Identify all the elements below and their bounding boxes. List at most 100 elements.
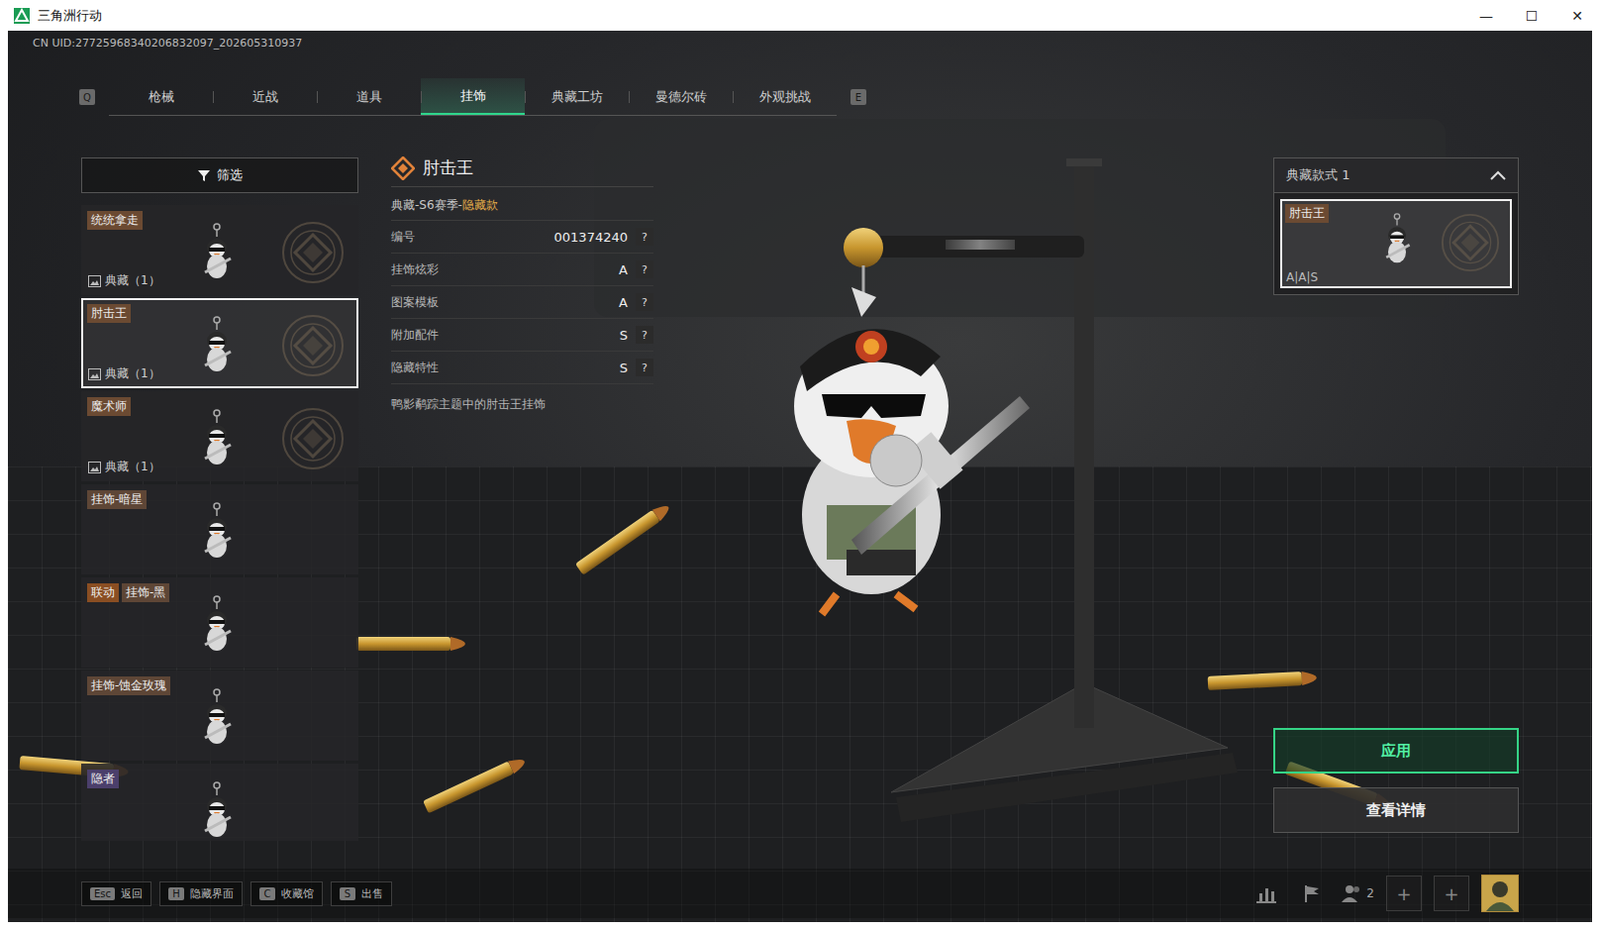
next-tab-key[interactable]: E: [850, 89, 867, 105]
help-button[interactable]: ?: [635, 227, 654, 246]
category-tab[interactable]: 挂饰: [420, 78, 525, 115]
charm-item[interactable]: 隐者: [81, 763, 359, 841]
uid-label: CN UID:27725968340206832097_202605310937: [7, 30, 1593, 53]
item-tags: 肘击王: [87, 303, 131, 323]
key-cap: S: [339, 887, 356, 900]
category-tab[interactable]: 外观挑战: [732, 78, 837, 115]
rarity-diamond-icon: [391, 156, 415, 181]
avatar-portrait-icon: [1482, 875, 1518, 911]
picture-icon: [88, 368, 101, 381]
picture-icon: [88, 461, 101, 474]
style-dropdown[interactable]: 典藏款式 1: [1273, 157, 1519, 194]
category-tab[interactable]: 典藏工坊: [524, 78, 629, 115]
key-cap: C: [259, 887, 276, 900]
help-button[interactable]: ?: [635, 325, 654, 344]
help-button[interactable]: ?: [635, 293, 654, 311]
attribute-row: 附加配件S?: [391, 318, 654, 352]
filter-button[interactable]: 筛选: [81, 157, 359, 194]
category-tab[interactable]: 近战: [212, 78, 317, 115]
window-title: 三角洲行动: [37, 6, 102, 25]
charm-item[interactable]: 联动挂饰-黑: [81, 577, 359, 668]
charm-item[interactable]: 统统拿走典藏（1）: [81, 204, 359, 296]
charm-item[interactable]: 挂饰-暗星: [81, 484, 359, 575]
description: 鸭影鹬踪主题中的肘击王挂饰: [391, 384, 654, 413]
help-button[interactable]: ?: [635, 358, 654, 377]
charm-item[interactable]: 挂饰-蚀金玫瑰: [81, 670, 359, 761]
attribute-row: 图案模板A?: [391, 286, 654, 319]
attribute-label: 隐藏特性: [391, 359, 620, 377]
charm-thumbnail-icon: [197, 593, 237, 655]
item-name: 挂饰-暗星: [87, 490, 147, 509]
prev-tab-key[interactable]: Q: [79, 89, 96, 105]
player-avatar[interactable]: [1481, 874, 1519, 912]
squad-button[interactable]: 2: [1340, 883, 1375, 903]
card-grades: A|A|S: [1286, 270, 1318, 285]
card-name: 肘击王: [1285, 203, 1329, 223]
charm-thumbnail-icon: [197, 779, 237, 841]
category-tab[interactable]: 曼德尔砖: [628, 78, 733, 115]
bottom-right: 2 + +: [1249, 874, 1519, 912]
charm-thumbnail-icon: [197, 406, 237, 469]
hotkey-label: 返回: [120, 886, 143, 901]
item-name: 隐者: [87, 769, 119, 789]
attribute-row: 隐藏特性S?: [391, 351, 654, 385]
maximize-button[interactable]: ☐: [1508, 0, 1555, 31]
close-button[interactable]: ✕: [1554, 0, 1600, 31]
style-options: 肘击王 A|A|S: [1273, 193, 1519, 296]
minimize-button[interactable]: —: [1463, 0, 1509, 31]
item-name: 统统拿走: [87, 210, 143, 230]
attribute-label: 图案模板: [391, 294, 619, 311]
key-cap: Esc: [90, 887, 115, 900]
flag-button[interactable]: [1295, 876, 1329, 910]
title-bar: 三角洲行动 —☐✕: [0, 0, 1600, 31]
charm-thumbnail-icon: [1379, 208, 1415, 269]
category-tab[interactable]: 道具: [316, 78, 421, 115]
collection-emblem-icon: [281, 313, 345, 378]
badge-text: 典藏（1）: [104, 458, 161, 476]
collab-tag: 联动: [87, 583, 119, 602]
squad-count: 2: [1366, 886, 1375, 900]
help-button[interactable]: ?: [635, 260, 654, 279]
stats-button[interactable]: [1249, 876, 1284, 910]
attribute-label: 附加配件: [391, 326, 620, 344]
add-slot-button[interactable]: +: [1386, 875, 1422, 911]
item-name: 魔术师: [87, 397, 131, 416]
bar-chart-icon: [1255, 883, 1278, 903]
charm-thumbnail-icon: [197, 313, 237, 376]
dropdown-label: 典藏款式 1: [1286, 166, 1350, 185]
add-slot-button[interactable]: +: [1433, 875, 1470, 911]
attribute-row: 挂饰炫彩A?: [391, 253, 654, 287]
hotkey-button[interactable]: H隐藏界面: [159, 881, 243, 906]
tab-bar: 枪械近战道具挂饰典藏工坊曼德尔砖外观挑战: [108, 78, 837, 116]
left-panel: 筛选统统拿走典藏（1）肘击王典藏（1）魔术师典藏（1）挂饰-暗星联动挂饰-黑挂饰…: [81, 157, 359, 867]
chevron-up-icon: [1490, 170, 1506, 181]
item-tags: 隐者: [87, 769, 119, 789]
category-tab[interactable]: 枪械: [108, 78, 213, 115]
right-panel: 典藏款式 1 肘击王 A|A|S 应用查看详情: [1273, 157, 1519, 867]
game-screen: CN UID:27725968340206832097_202605310937…: [7, 30, 1593, 922]
badge-text: 典藏（1）: [104, 272, 161, 290]
hotkey-button[interactable]: S出售: [330, 881, 393, 906]
hotkey-button[interactable]: C收藏馆: [250, 881, 323, 906]
item-tags: 魔术师: [87, 397, 131, 416]
attribute-label: 挂饰炫彩: [391, 261, 619, 279]
hotkey-button[interactable]: Esc 返回: [81, 881, 152, 906]
item-name: 挂饰-蚀金玫瑰: [87, 676, 171, 696]
charm-thumbnail-icon: [197, 500, 237, 562]
item-tags: 挂饰-蚀金玫瑰: [87, 676, 171, 696]
details-button[interactable]: 查看详情: [1273, 787, 1519, 833]
people-icon: [1340, 883, 1363, 903]
charm-list: 统统拿走典藏（1）肘击王典藏（1）魔术师典藏（1）挂饰-暗星联动挂饰-黑挂饰-蚀…: [81, 204, 359, 841]
attribute-value: S: [619, 327, 628, 343]
style-card[interactable]: 肘击王 A|A|S: [1280, 199, 1512, 289]
charm-item[interactable]: 肘击王典藏（1）: [81, 298, 359, 389]
hotkey-label: 隐藏界面: [190, 886, 234, 901]
collection-emblem-icon: [1440, 212, 1500, 273]
item-name: 肘击王: [87, 303, 131, 323]
item-name: 挂饰-黑: [121, 583, 170, 602]
collection-emblem-icon: [281, 406, 345, 471]
charm-item[interactable]: 魔术师典藏（1）: [81, 391, 359, 482]
collection-emblem-icon: [281, 220, 345, 285]
attribute-value: A: [618, 262, 628, 278]
apply-button[interactable]: 应用: [1273, 727, 1519, 774]
